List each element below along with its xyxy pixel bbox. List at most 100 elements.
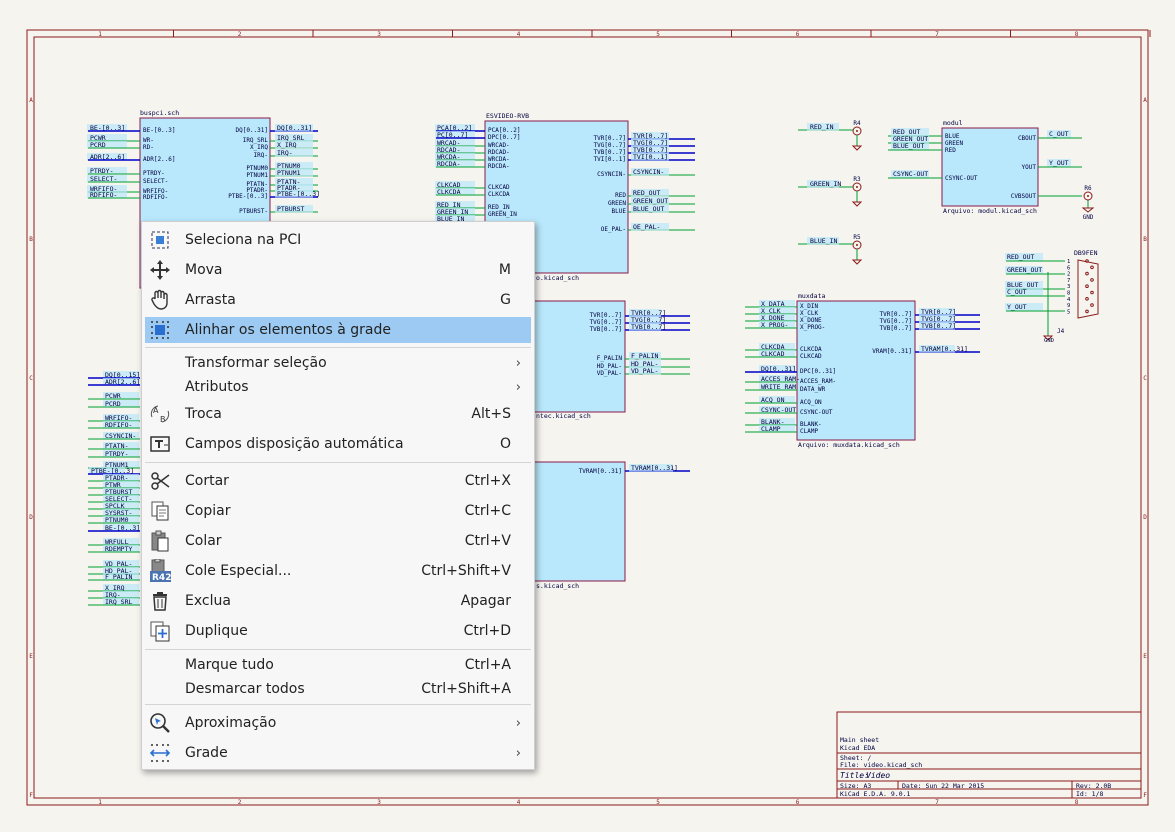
menu-item-copy[interactable]: Copiar Ctrl+C (145, 498, 531, 524)
net-label: IRQ- (254, 152, 268, 159)
net-label: DQ[0..31] (277, 124, 312, 132)
net-label: IRQ_SRL (243, 137, 269, 144)
net-label: GREEN (945, 140, 963, 147)
menu-label: Desmarcar todos (185, 681, 305, 697)
menu-item-attributes[interactable]: Atributos › (145, 374, 531, 400)
net-label: IRQ- (277, 149, 293, 157)
menu-item-delete[interactable]: Exclua Apagar (145, 588, 531, 614)
select-pcb-icon (149, 229, 171, 251)
menu-item-paste-special[interactable]: R42 Cole Especial... Ctrl+Shift+V (145, 558, 531, 584)
tb-title-label: Title: (840, 771, 869, 780)
sheet-block-ram[interactable]: s.kicad_sch (519, 461, 626, 590)
menu-item-paste[interactable]: Colar Ctrl+V (145, 528, 531, 554)
menu-item-select-all[interactable]: Marque tudo Ctrl+A (145, 652, 531, 678)
net-label: TVRAM[0..31] (631, 464, 678, 472)
sheet-file: Arquivo: muxdata.kicad_sch (798, 441, 900, 449)
menu-item-transform-selection[interactable]: Transformar seleção › (145, 350, 531, 376)
resistor-ref: R5 (853, 234, 861, 241)
resistor-ref: R6 (1084, 185, 1092, 192)
pin-icon (1085, 297, 1089, 301)
net-label: VRAM[0..31] (872, 348, 912, 355)
menu-label: Copiar (185, 503, 231, 519)
sheet-file: o.kicad_sch (536, 274, 579, 282)
net-label: BLUE_IN (810, 237, 837, 245)
net-label: CSYNC-OUT (945, 175, 978, 182)
menu-separator (145, 704, 531, 705)
net-label: TVB[0..7] (879, 325, 912, 332)
net-label: RDFIFO- (143, 194, 168, 201)
net-label: TVR[0..7] (879, 311, 912, 318)
net-label: TVRAM[0..31] (921, 345, 968, 353)
menu-shortcut: Alt+S (471, 406, 511, 422)
net-label: GREEN_IN (810, 180, 841, 188)
menu-item-zoom[interactable]: Aproximação › (145, 710, 531, 736)
paste-special-icon: R42 (149, 559, 171, 583)
pin-icon (1090, 290, 1094, 295)
tb-software: KiCad E.D.A. 9.0.1 (840, 790, 911, 798)
row-mark: C (1143, 375, 1147, 382)
net-label: ADR[2..6] (143, 156, 176, 163)
net-label: CVBSOUT (1011, 193, 1037, 200)
net-label: CLKCAD (800, 353, 822, 360)
row-mark: B (1143, 236, 1147, 243)
row-mark: E (29, 653, 33, 660)
menu-label: Seleciona na PCI (185, 232, 302, 248)
net-label: RED_IN (810, 123, 834, 131)
connector-pin (1087, 195, 1089, 197)
menu-item-cut[interactable]: Cortar Ctrl+X (145, 468, 531, 494)
net-label: CSYNCIN- (597, 171, 626, 178)
net-label: X_DIN (800, 303, 818, 310)
column-mark: 5 (656, 799, 660, 806)
menu-item-grid[interactable]: Grade › (145, 740, 531, 766)
menu-item-autoplace-fields[interactable]: Campos disposição automática O (145, 431, 531, 457)
menu-shortcut: Ctrl+Shift+V (421, 563, 511, 579)
menu-item-unselect-all[interactable]: Desmarcar todos Ctrl+Shift+A (145, 676, 531, 702)
net-label: WRCDA- (488, 156, 510, 163)
net-label: TVR[0..7] (593, 135, 626, 142)
menu-label: Troca (185, 406, 222, 422)
resistor-ref: R4 (853, 120, 861, 127)
column-mark: 8 (1075, 799, 1079, 806)
menu-label: Aproximação (185, 715, 277, 731)
menu-item-duplicate[interactable]: Duplique Ctrl+D (145, 618, 531, 644)
context-menu[interactable]: Seleciona na PCI Mova M Arrasta G Alinha… (141, 221, 535, 770)
net-label: CLAMP (800, 428, 818, 435)
net-label: X_IRQ (277, 141, 297, 149)
tb-title: Video (866, 771, 890, 780)
net-label: C_OUT (1007, 288, 1027, 296)
menu-label: Duplique (185, 623, 248, 639)
menu-item-swap[interactable]: AB Troca Alt+S (145, 401, 531, 427)
cut-icon (149, 470, 171, 492)
net-label: Y_OUT (1007, 303, 1027, 311)
gnd-label: GND (1083, 214, 1094, 221)
connector-pin (856, 130, 858, 132)
column-mark: 4 (517, 799, 521, 806)
net-label: PCA[0..2] (488, 127, 521, 134)
pin-number: 8 (1067, 291, 1070, 297)
pin-icon (1085, 309, 1089, 314)
sheet-name: muxdata (798, 292, 825, 300)
column-mark: 8 (1075, 31, 1079, 38)
net-label: TVB[0..7] (589, 326, 622, 333)
tb-company: Kicad EDA (840, 744, 875, 752)
net-label: DQ[0..31] (235, 127, 268, 134)
net-label: F_PALIN (597, 355, 623, 362)
menu-shortcut: M (498, 262, 511, 278)
net-label: BLUE (945, 133, 960, 140)
menu-shortcut: Ctrl+V (464, 533, 511, 549)
net-label: TVG[0..7] (879, 318, 912, 325)
menu-item-select-in-pcb[interactable]: Seleciona na PCI (145, 227, 531, 253)
net-label: RED_OUT (633, 189, 660, 197)
menu-item-move[interactable]: Mova M (145, 257, 531, 283)
net-label: PTNUM1 (277, 169, 301, 177)
menu-label: Transformar seleção (185, 355, 327, 371)
menu-item-drag[interactable]: Arrasta G (145, 287, 531, 313)
row-mark: A (29, 97, 33, 104)
menu-label: Atributos (185, 379, 249, 395)
net-label: WR- (143, 137, 154, 144)
submenu-arrow-icon: › (515, 355, 521, 371)
sheet-file: Arquivo: modul.kicad_sch (943, 207, 1037, 215)
net-label: TVR[0..7] (589, 312, 622, 319)
pin-number: 1 (1067, 259, 1070, 265)
menu-item-align-to-grid[interactable]: Alinhar os elementos à grade (145, 317, 531, 343)
